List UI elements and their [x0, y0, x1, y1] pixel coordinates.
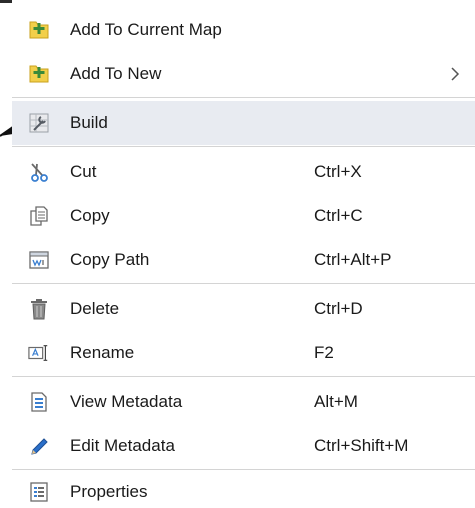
context-menu: Add To Current Map Add To New Build Cut … — [12, 0, 475, 508]
menu-item-label: Copy Path — [70, 250, 150, 269]
stage: Add To Current Map Add To New Build Cut … — [0, 0, 475, 508]
shortcut-label: Alt+M — [314, 392, 358, 411]
menu-item-label: Add To Current Map — [70, 20, 222, 39]
menu-item-add-to-current-map[interactable]: Add To Current Map — [12, 8, 475, 52]
menu-separator — [12, 146, 475, 147]
scissors-icon — [28, 161, 50, 183]
rename-icon — [28, 342, 50, 364]
trash-icon — [28, 298, 50, 320]
copy-icon — [28, 205, 50, 227]
shortcut-label: Ctrl+X — [314, 162, 362, 181]
shortcut-label: Ctrl+D — [314, 299, 363, 318]
shortcut-label: Ctrl+Alt+P — [314, 250, 392, 269]
menu-item-label: Rename — [70, 343, 135, 362]
add-layer-icon — [28, 19, 50, 41]
menu-item-view-metadata[interactable]: View Metadata Alt+M — [12, 380, 475, 424]
properties-icon — [28, 481, 50, 503]
menu-item-label: Properties — [70, 482, 148, 501]
view-metadata-icon — [28, 391, 50, 413]
menu-item-cut[interactable]: Cut Ctrl+X — [12, 150, 475, 194]
add-layer-icon — [28, 63, 50, 85]
menu-item-properties[interactable]: Properties — [12, 470, 475, 508]
menu-item-delete[interactable]: Delete Ctrl+D — [12, 287, 475, 331]
menu-item-label: Delete — [70, 299, 120, 318]
pencil-icon — [28, 435, 50, 457]
menu-item-label: Copy — [70, 206, 110, 225]
menu-item-build[interactable]: Build — [12, 101, 475, 145]
menu-item-label: Edit Metadata — [70, 436, 175, 455]
menu-item-rename[interactable]: Rename F2 — [12, 331, 475, 375]
menu-separator — [12, 283, 475, 284]
chevron-right-icon — [451, 67, 460, 81]
menu-item-label: View Metadata — [70, 392, 183, 411]
shortcut-label: Ctrl+C — [314, 206, 363, 225]
menu-item-label: Build — [70, 113, 108, 132]
build-wrench-icon — [28, 112, 50, 134]
menu-item-copy[interactable]: Copy Ctrl+C — [12, 194, 475, 238]
copy-path-icon — [28, 249, 50, 271]
menu-separator — [12, 376, 475, 377]
menu-item-label: Cut — [70, 162, 97, 181]
menu-item-edit-metadata[interactable]: Edit Metadata Ctrl+Shift+M — [12, 424, 475, 468]
shortcut-label: F2 — [314, 343, 334, 362]
shortcut-label: Ctrl+Shift+M — [314, 436, 409, 455]
menu-item-copy-path[interactable]: Copy Path Ctrl+Alt+P — [12, 238, 475, 282]
menu-item-label: Add To New — [70, 64, 162, 83]
menu-separator — [12, 97, 475, 98]
menu-item-add-to-new[interactable]: Add To New — [12, 52, 475, 96]
